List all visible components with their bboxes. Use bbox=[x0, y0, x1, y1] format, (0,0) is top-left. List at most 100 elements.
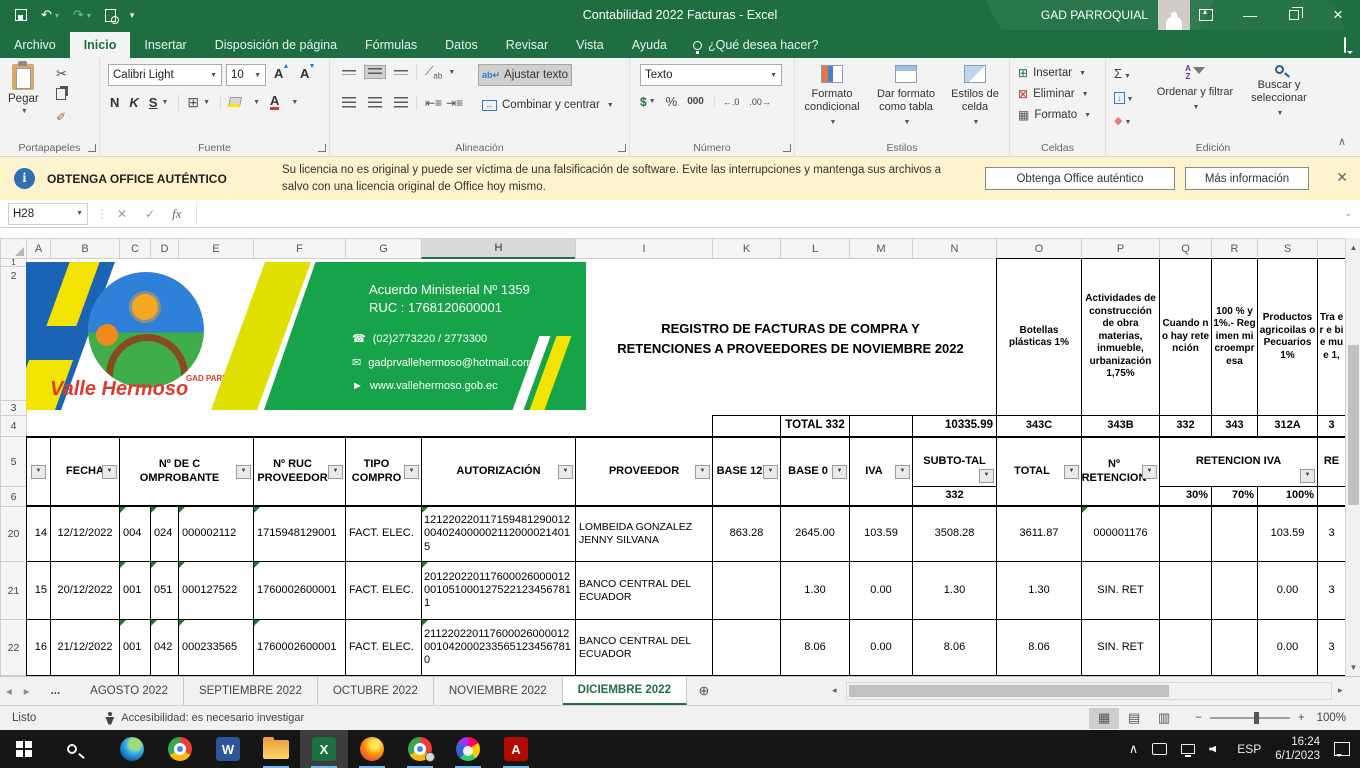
code-312A[interactable]: 312A bbox=[1257, 415, 1318, 437]
cell-subtotal[interactable]: 8.06 bbox=[912, 619, 997, 676]
delete-cells-button[interactable]: ⊠ Eliminar ▼ bbox=[1018, 87, 1105, 101]
vertical-scrollbar[interactable]: ▲ ▼ bbox=[1345, 238, 1360, 676]
increase-font-icon[interactable]: A▲ bbox=[274, 66, 283, 81]
row-header-5[interactable]: 5 bbox=[0, 436, 27, 487]
cat-header-construccion[interactable]: Actividades de construcción de obra mate… bbox=[1081, 258, 1160, 416]
cell-fecha[interactable]: 21/12/2022 bbox=[50, 619, 120, 676]
taskbar-excel[interactable]: X bbox=[300, 730, 348, 768]
autosum-button[interactable]: Σ▼ bbox=[1114, 66, 1131, 81]
col-header-F[interactable]: F bbox=[253, 238, 346, 259]
format-painter-icon[interactable]: ✐ bbox=[56, 110, 66, 124]
wrap-text-button[interactable]: ab↵ Ajustar texto bbox=[478, 64, 572, 86]
horizontal-scrollbar[interactable] bbox=[846, 682, 1332, 700]
clock[interactable]: 16:24 6/1/2023 bbox=[1275, 735, 1320, 763]
header-70[interactable]: 70% bbox=[1211, 486, 1258, 507]
code-343[interactable]: 343 bbox=[1211, 415, 1258, 437]
cancel-entry-icon[interactable]: ✕ bbox=[117, 207, 127, 221]
header-subtotal-code[interactable]: 332 bbox=[912, 486, 997, 507]
zoom-in-icon[interactable]: + bbox=[1298, 712, 1305, 724]
cell-comprobante[interactable]: 000002112 bbox=[178, 506, 254, 562]
header-30[interactable]: 30% bbox=[1159, 486, 1212, 507]
cat-header-agricolas[interactable]: Productos agricoilas o Pecuarios 1% bbox=[1257, 258, 1318, 416]
decrease-indent-icon[interactable]: ⇤≡ bbox=[416, 96, 442, 110]
tab-archivo[interactable]: Archivo bbox=[0, 32, 70, 58]
cell-comprobante[interactable]: 000127522 bbox=[178, 561, 254, 620]
filter-icon[interactable]: ▼ bbox=[832, 465, 847, 479]
cell-autorizacion[interactable]: 1212202201171594812900120040240000021120… bbox=[421, 506, 576, 562]
header-100[interactable]: 100% bbox=[1257, 486, 1318, 507]
merge-center-button[interactable]: ↔ Combinar y centrar ▼ bbox=[478, 94, 618, 116]
row-header-6[interactable]: 6 bbox=[0, 486, 27, 507]
cell-serie2[interactable]: 024 bbox=[150, 506, 179, 562]
comments-button[interactable] bbox=[1344, 38, 1346, 52]
code-partial[interactable]: 3 bbox=[1317, 415, 1346, 437]
cell-subtotal[interactable]: 3508.28 bbox=[912, 506, 997, 562]
zoom-level[interactable]: 100% bbox=[1317, 712, 1346, 724]
header-autorizacion[interactable]: AUTORIZACIÓN▼ bbox=[421, 436, 576, 507]
header-base12[interactable]: BASE 12▼ bbox=[712, 436, 781, 507]
filter-icon[interactable]: ▼ bbox=[763, 465, 778, 479]
vertical-scroll-thumb[interactable] bbox=[1348, 345, 1359, 505]
filter-icon[interactable]: ▼ bbox=[1142, 465, 1157, 479]
cell-total[interactable]: 8.06 bbox=[996, 619, 1082, 676]
decrease-decimal-icon[interactable]: .00→ bbox=[749, 97, 771, 107]
cell-tipo[interactable]: FACT. ELEC. bbox=[345, 561, 422, 620]
fill-button[interactable]: ↓▼ bbox=[1114, 90, 1133, 104]
more-info-button[interactable]: Más información bbox=[1185, 167, 1309, 190]
align-center-button[interactable] bbox=[364, 94, 386, 111]
normal-view-button[interactable]: ▦ bbox=[1089, 708, 1119, 729]
tab-disposicion[interactable]: Disposición de página bbox=[201, 32, 351, 58]
header-retencion-iva[interactable]: RETENCION IVA▼ bbox=[1159, 436, 1318, 487]
cell-ret100[interactable]: 0.00 bbox=[1257, 619, 1318, 676]
col-header-S[interactable]: S bbox=[1257, 238, 1318, 259]
insert-function-icon[interactable]: fx bbox=[172, 206, 181, 222]
collapse-ribbon-icon[interactable]: ∧ bbox=[1338, 135, 1346, 148]
tab-datos[interactable]: Datos bbox=[431, 32, 492, 58]
col-header-R[interactable]: R bbox=[1211, 238, 1258, 259]
ribbon-display-options-button[interactable] bbox=[1184, 0, 1228, 30]
header-base0[interactable]: BASE 0▼ bbox=[780, 436, 850, 507]
zoom-out-icon[interactable]: − bbox=[1195, 712, 1202, 724]
increase-decimal-icon[interactable]: ←.0 bbox=[714, 97, 740, 107]
taskbar-paint[interactable] bbox=[444, 730, 492, 768]
zoom-slider-thumb[interactable] bbox=[1254, 712, 1259, 724]
cell-autorizacion[interactable]: 2112202201176000260000120010420002335651… bbox=[421, 619, 576, 676]
taskbar-search-button[interactable] bbox=[48, 730, 96, 768]
cell-ret30[interactable] bbox=[1159, 561, 1212, 620]
format-cells-button[interactable]: ▦ Formato ▼ bbox=[1018, 108, 1105, 122]
cell-serie1[interactable]: 004 bbox=[119, 506, 151, 562]
cell-base12[interactable] bbox=[712, 561, 781, 620]
number-format-select[interactable]: Texto▼ bbox=[640, 64, 782, 86]
col-header-E[interactable]: E bbox=[178, 238, 254, 259]
filter-icon[interactable]: ▼ bbox=[1064, 465, 1079, 479]
sheet-tab-septiembre[interactable]: SEPTIEMBRE 2022 bbox=[184, 677, 318, 705]
col-header-G[interactable]: G bbox=[345, 238, 422, 259]
cell-re-partial[interactable]: 3 bbox=[1317, 619, 1346, 676]
scroll-up-icon[interactable]: ▲ bbox=[1346, 238, 1360, 256]
cell-fecha[interactable]: 12/12/2022 bbox=[50, 506, 120, 562]
paste-button[interactable]: Pegar ▼ bbox=[8, 64, 39, 115]
row-header-20[interactable]: 20 bbox=[0, 506, 27, 562]
code-332[interactable]: 332 bbox=[1159, 415, 1212, 437]
cell-base12[interactable] bbox=[712, 619, 781, 676]
sheet-nav-left-icon[interactable]: ◂ bbox=[0, 677, 18, 705]
col-header-O[interactable]: O bbox=[996, 238, 1082, 259]
cell-K4[interactable] bbox=[712, 415, 781, 437]
filter-icon[interactable]: ▼ bbox=[236, 465, 251, 479]
cat-header-botellas[interactable]: Botellas plásticas 1% bbox=[996, 258, 1082, 416]
cell-ret30[interactable] bbox=[1159, 506, 1212, 562]
cat-header-partial[interactable]: Tra er e bie mue 1, bbox=[1317, 258, 1346, 416]
code-343C[interactable]: 343C bbox=[996, 415, 1082, 437]
cell-total[interactable]: 1.30 bbox=[996, 561, 1082, 620]
cell-iva[interactable]: 0.00 bbox=[849, 619, 913, 676]
font-size-select[interactable]: 10▼ bbox=[226, 64, 266, 86]
col-header-Q[interactable]: Q bbox=[1159, 238, 1212, 259]
tablet-mode-icon[interactable] bbox=[1152, 743, 1167, 755]
taskbar-adobe-reader[interactable]: A bbox=[492, 730, 540, 768]
filter-icon[interactable]: ▼ bbox=[102, 465, 117, 479]
expand-formula-bar-icon[interactable]: ⌄ bbox=[1344, 208, 1352, 219]
cell-num-retencion[interactable]: 000001176 bbox=[1081, 506, 1160, 562]
header-re-partial[interactable]: RE bbox=[1317, 436, 1346, 487]
header-fecha[interactable]: FECHA▼ bbox=[50, 436, 120, 507]
cell-fecha[interactable]: 20/12/2022 bbox=[50, 561, 120, 620]
